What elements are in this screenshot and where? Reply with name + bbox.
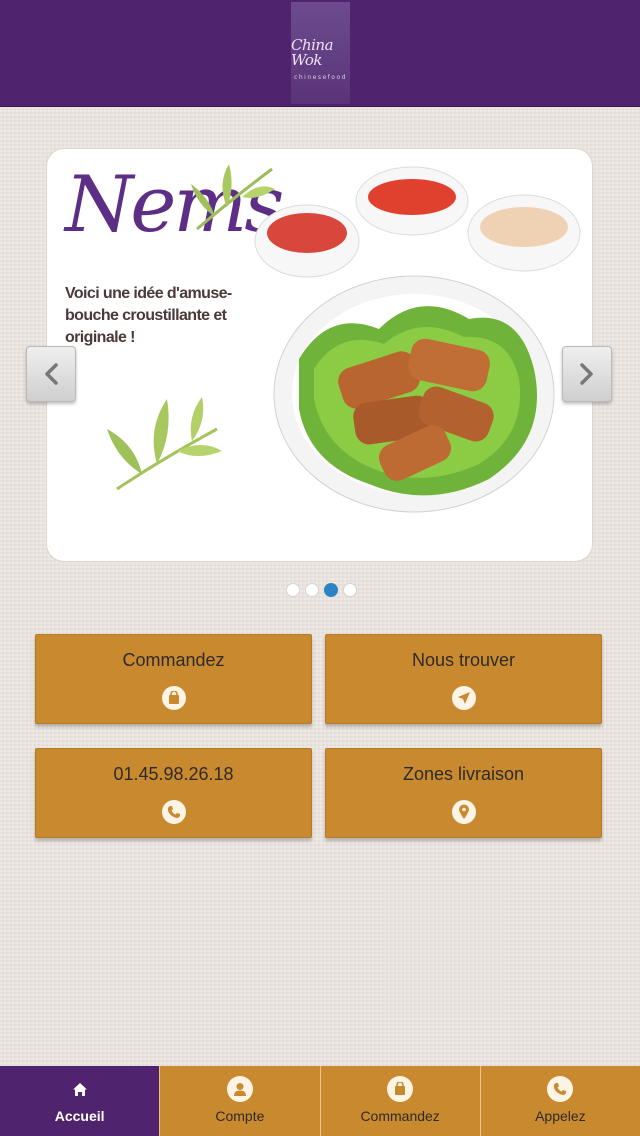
- logo-subtext: chinesefood: [294, 73, 347, 81]
- chevron-left-icon: [45, 363, 58, 385]
- nav-item-home[interactable]: Accueil: [0, 1066, 160, 1136]
- home-icon: [66, 1076, 93, 1102]
- slide-caption: Voici une idée d'amuse-bouche croustilla…: [65, 285, 232, 346]
- nav-label: Accueil: [54, 1108, 105, 1124]
- shopping-bag-icon: [162, 686, 186, 710]
- tile-label: 01.45.98.26.18: [113, 764, 234, 784]
- promo-slider[interactable]: Nems Voici une idée d'amuse-bouche crous…: [46, 148, 593, 562]
- shopping-bag-icon: [387, 1076, 414, 1102]
- slider-prev-button[interactable]: [26, 346, 76, 402]
- logo-text: China Wok: [291, 35, 334, 69]
- slider-dot[interactable]: [286, 583, 300, 597]
- phone-icon: [162, 800, 186, 824]
- nav-label: Compte: [215, 1108, 265, 1124]
- nav-label: Commandez: [360, 1108, 440, 1124]
- map-pin-icon: [452, 800, 476, 824]
- slider-pagination: [286, 583, 357, 597]
- chevron-right-icon: [580, 363, 593, 385]
- find-us-tile-button[interactable]: Nous trouver: [325, 634, 602, 724]
- nav-item-call[interactable]: Appelez: [479, 1066, 640, 1136]
- app-header: China Wok chinesefood: [0, 0, 640, 107]
- user-icon: [226, 1076, 253, 1102]
- slider-next-button[interactable]: [562, 346, 612, 402]
- tile-label: Nous trouver: [411, 650, 516, 670]
- nav-item-order[interactable]: Commandez: [319, 1066, 480, 1136]
- bamboo-leaves-bottom: [107, 397, 222, 491]
- slider-dot[interactable]: [343, 583, 357, 597]
- order-tile-button[interactable]: Commandez: [35, 634, 312, 724]
- slider-dot-active[interactable]: [324, 583, 338, 597]
- tile-label: Commandez: [122, 650, 225, 670]
- tile-label: Zones livraison: [402, 764, 525, 784]
- nav-label: Appelez: [535, 1108, 586, 1124]
- delivery-zones-tile-button[interactable]: Zones livraison: [325, 748, 602, 838]
- logo[interactable]: China Wok chinesefood: [291, 2, 350, 104]
- nav-item-account[interactable]: Compte: [159, 1066, 320, 1136]
- location-arrow-icon: [452, 686, 476, 710]
- nems-plate-image: [273, 275, 555, 513]
- phone-icon: [547, 1076, 574, 1102]
- slider-dot[interactable]: [305, 583, 319, 597]
- bottom-navigation: Accueil Compte Commandez Appelez: [0, 1066, 640, 1136]
- phone-tile-button[interactable]: 01.45.98.26.18: [35, 748, 312, 838]
